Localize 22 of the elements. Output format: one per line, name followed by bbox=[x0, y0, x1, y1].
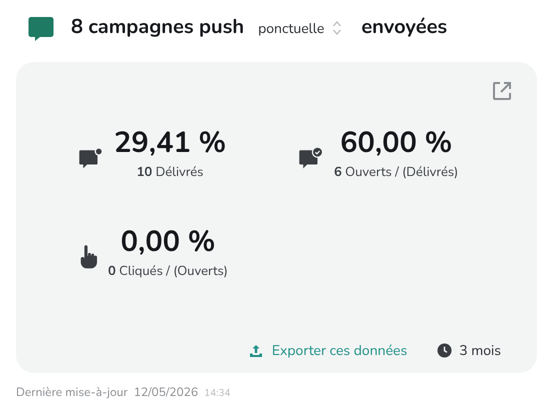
sort-caret-icon bbox=[332, 20, 342, 36]
stat-caption: 10 Délivrés bbox=[136, 163, 204, 182]
upload-icon bbox=[248, 344, 263, 358]
period-selector[interactable]: 3 mois bbox=[437, 340, 501, 361]
last-update-date: 12/05/2026 bbox=[134, 384, 198, 402]
chat-dot-icon bbox=[78, 146, 104, 170]
last-update-time: 14:34 bbox=[204, 386, 230, 401]
clock-icon bbox=[437, 343, 452, 358]
export-link[interactable]: Exporter ces données bbox=[248, 340, 408, 361]
external-link-icon[interactable] bbox=[491, 80, 513, 102]
stat-caption: 0 Cliqués / (Ouverts) bbox=[108, 262, 228, 281]
chat-check-icon bbox=[298, 146, 324, 170]
last-update-label: Dernière mise-à-jour bbox=[16, 384, 128, 402]
campaigns-title: 8 campagnes push bbox=[71, 13, 244, 43]
pointing-hand-icon bbox=[78, 244, 98, 268]
stat-caption: 6 Ouverts / (Délivrés) bbox=[334, 163, 458, 182]
chat-bubble-icon bbox=[28, 16, 54, 40]
stat-percentage: 29,41 % bbox=[114, 126, 226, 162]
stat-percentage: 0,00 % bbox=[120, 224, 216, 260]
stat-percentage: 60,00 % bbox=[340, 126, 452, 162]
type-selector[interactable]: ponctuelle bbox=[258, 18, 342, 38]
sent-label: envoyées bbox=[361, 13, 448, 43]
